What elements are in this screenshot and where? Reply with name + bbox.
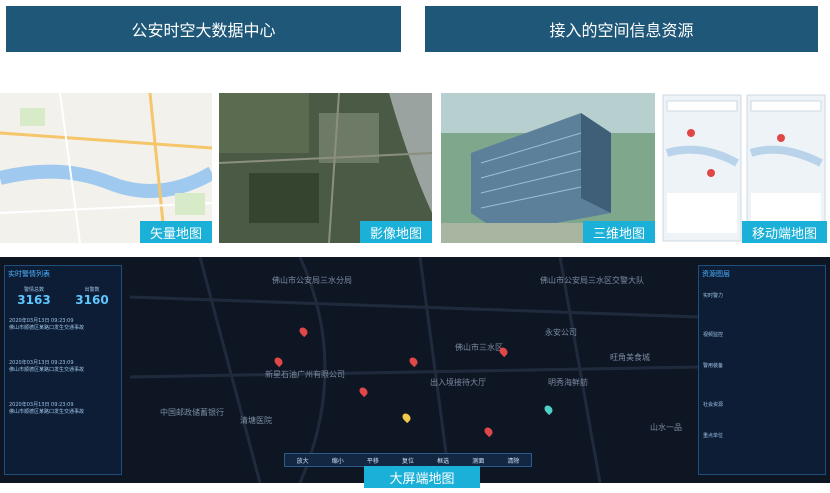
map-label: 明秀海鲜舫 — [548, 378, 588, 387]
map-label: 佛山市公安局三水分局 — [272, 276, 352, 285]
imagery-map-tile[interactable]: 影像地图 — [219, 93, 432, 243]
stat-label: 警情总数 — [23, 287, 44, 293]
map-label: 山水一品 — [650, 423, 682, 432]
3d-map-tile[interactable]: 三维地图 — [441, 93, 655, 243]
map-label: 新星石油广州有限公司 — [265, 370, 345, 379]
map-label: 佛山市三水区 — [455, 343, 503, 352]
alert-list-panel: 实时警情列表 警情总数 3163 出警数 3160 2020年03月13日 09… — [4, 265, 122, 475]
alert-item-text: 佛山市顺德区某路口发生交通事故 — [9, 367, 85, 373]
box-select-button[interactable]: 框选 — [437, 456, 449, 465]
alert-item-text: 佛山市顺德区某路口发生交通事故 — [9, 409, 85, 415]
vector-map-caption: 矢量地图 — [139, 221, 212, 243]
mobile-map-tile[interactable]: 移动端地图 — [661, 93, 827, 243]
vector-map-tile[interactable]: 矢量地图 — [0, 93, 212, 243]
alert-item-time[interactable]: 2020年03月13日 09:23:09 — [9, 401, 117, 408]
map-label: 旺角美食城 — [610, 353, 650, 362]
banner-spatial-resources: 接入的空间信息资源 — [425, 6, 818, 52]
map-label: 清塘医院 — [240, 416, 272, 425]
stat-value: 3160 — [75, 293, 109, 307]
layer-section[interactable]: 实时警力 — [703, 292, 821, 299]
reset-button[interactable]: 复位 — [402, 456, 414, 465]
zoom-out-button[interactable]: 缩小 — [332, 456, 344, 465]
big-screen-caption: 大屏端地图 — [364, 466, 480, 488]
layer-section[interactable]: 警用装备 — [703, 362, 821, 369]
mobile-map-caption: 移动端地图 — [741, 221, 827, 243]
map-toolbar: 放大 缩小 平移 复位 框选 测面 清除 — [284, 453, 532, 467]
map-label: 中国邮政储蓄银行 — [160, 408, 224, 417]
resource-panel-title: 资源图层 — [702, 270, 730, 278]
alert-item-text: 佛山市顺德区某路口发生交通事故 — [9, 325, 85, 331]
map-label: 佛山市公安局三水区交警大队 — [540, 276, 644, 285]
clear-button[interactable]: 清除 — [507, 456, 519, 465]
big-screen-map[interactable]: 佛山市公安局三水分局 佛山市公安局三水区交警大队 佛山市三水区 永安公司 旺角美… — [0, 257, 830, 483]
zoom-in-button[interactable]: 放大 — [297, 456, 309, 465]
stat-label: 出警数 — [84, 287, 100, 293]
resource-layer-panel: 资源图层 实时警力 视频监控 警用装备 社会资源 重点单位 — [698, 265, 826, 475]
banner-public-security-center: 公安时空大数据中心 — [6, 6, 401, 52]
measure-area-button[interactable]: 测面 — [472, 456, 484, 465]
alert-list-title: 实时警情列表 — [8, 270, 50, 278]
map-label: 出入境接待大厅 — [430, 378, 486, 387]
3d-map-caption: 三维地图 — [582, 221, 655, 243]
pan-button[interactable]: 平移 — [367, 456, 379, 465]
layer-section[interactable]: 视频监控 — [703, 331, 821, 338]
stat-value: 3163 — [17, 293, 51, 307]
layer-section[interactable]: 社会资源 — [703, 401, 821, 408]
imagery-map-caption: 影像地图 — [359, 221, 432, 243]
alert-item-time[interactable]: 2020年03月13日 09:23:09 — [9, 317, 117, 324]
map-label: 永安公司 — [545, 328, 577, 337]
layer-section[interactable]: 重点单位 — [703, 432, 821, 439]
alert-item-time[interactable]: 2020年03月13日 09:23:09 — [9, 359, 117, 366]
